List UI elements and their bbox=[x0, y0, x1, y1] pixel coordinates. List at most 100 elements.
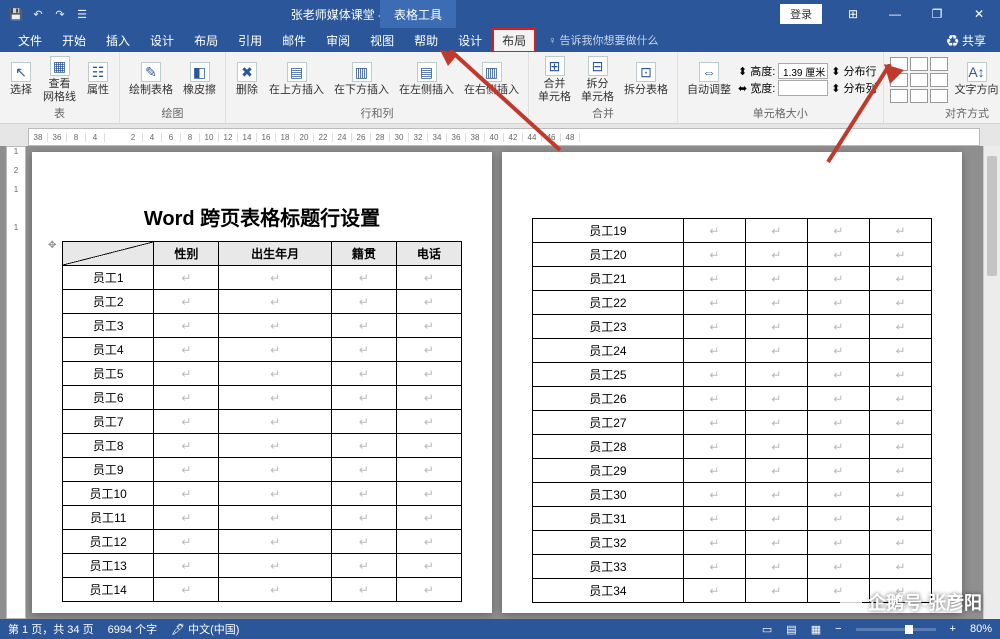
table-row[interactable]: 员工12↵↵↵↵ bbox=[63, 530, 462, 554]
tab-table-layout[interactable]: 布局 bbox=[492, 28, 536, 53]
text-direction-button[interactable]: A↕文字方向 bbox=[952, 60, 1000, 98]
tab-file[interactable]: 文件 bbox=[8, 28, 52, 53]
insert-below-button[interactable]: ▥在下方插入 bbox=[331, 60, 392, 98]
table-row[interactable]: 员工26↵↵↵↵ bbox=[533, 387, 932, 411]
table-header-cell[interactable]: 电话 bbox=[396, 242, 461, 266]
ribbon-group-table: ↖选择 ▦查看 网格线 ☷属性 表 bbox=[0, 52, 120, 123]
table-row[interactable]: 员工3↵↵↵↵ bbox=[63, 314, 462, 338]
tab-help[interactable]: 帮助 bbox=[404, 28, 448, 53]
eraser-button[interactable]: ◧橡皮擦 bbox=[180, 60, 219, 98]
table-row[interactable]: 员工22↵↵↵↵ bbox=[533, 291, 932, 315]
dist-rows-button[interactable]: 分布行 bbox=[844, 63, 877, 79]
vertical-ruler[interactable]: 1211 bbox=[6, 146, 26, 619]
vertical-scrollbar[interactable] bbox=[983, 146, 1000, 619]
tab-layout[interactable]: 布局 bbox=[184, 28, 228, 53]
delete-button[interactable]: ✖删除 bbox=[232, 60, 262, 98]
insert-right-button[interactable]: ▥在右侧插入 bbox=[461, 60, 522, 98]
table-row[interactable]: 员工11↵↵↵↵ bbox=[63, 506, 462, 530]
table-row[interactable]: 员工14↵↵↵↵ bbox=[63, 578, 462, 602]
alignment-grid[interactable] bbox=[890, 57, 948, 103]
table-row[interactable]: 员工30↵↵↵↵ bbox=[533, 483, 932, 507]
scrollbar-thumb[interactable] bbox=[987, 156, 997, 276]
touch-icon[interactable]: ☰ bbox=[74, 6, 90, 22]
height-input[interactable] bbox=[778, 63, 828, 79]
page-2[interactable]: 员工19↵↵↵↵员工20↵↵↵↵员工21↵↵↵↵员工22↵↵↵↵员工23↵↵↵↵… bbox=[502, 152, 962, 613]
zoom-out-icon[interactable]: − bbox=[835, 623, 841, 635]
table-header-cell[interactable] bbox=[63, 242, 154, 266]
table-row[interactable]: 员工33↵↵↵↵ bbox=[533, 555, 932, 579]
table-row[interactable]: 员工2↵↵↵↵ bbox=[63, 290, 462, 314]
table-row[interactable]: 员工23↵↵↵↵ bbox=[533, 315, 932, 339]
table-anchor-icon[interactable]: ✥ bbox=[48, 240, 56, 251]
table-row[interactable]: 员工5↵↵↵↵ bbox=[63, 362, 462, 386]
share-button[interactable]: ♻ 共享 bbox=[933, 28, 1000, 53]
dist-cols-button[interactable]: 分布列 bbox=[844, 80, 877, 96]
properties-button[interactable]: ☷属性 bbox=[83, 60, 113, 98]
height-icon: ⬍ bbox=[738, 65, 747, 78]
table-row[interactable]: 员工20↵↵↵↵ bbox=[533, 243, 932, 267]
autofit-button[interactable]: ⇔自动调整 bbox=[684, 60, 734, 98]
table-header-cell[interactable]: 籍贯 bbox=[331, 242, 396, 266]
table-row[interactable]: 员工8↵↵↵↵ bbox=[63, 434, 462, 458]
table-row[interactable]: 员工31↵↵↵↵ bbox=[533, 507, 932, 531]
table-header-cell[interactable]: 性别 bbox=[154, 242, 219, 266]
table-row[interactable]: 员工6↵↵↵↵ bbox=[63, 386, 462, 410]
table-row[interactable]: 员工10↵↵↵↵ bbox=[63, 482, 462, 506]
merge-cells-button[interactable]: ⊞合并 单元格 bbox=[535, 54, 574, 104]
undo-icon[interactable]: ↶ bbox=[30, 6, 46, 22]
table-row[interactable]: 员工4↵↵↵↵ bbox=[63, 338, 462, 362]
table-row[interactable]: 员工29↵↵↵↵ bbox=[533, 459, 932, 483]
watermark: 企鹅号-张彦阳 bbox=[840, 589, 982, 615]
view-web-icon[interactable]: ▦ bbox=[811, 623, 821, 636]
table-row[interactable]: 员工21↵↵↵↵ bbox=[533, 267, 932, 291]
table-row[interactable]: 员工9↵↵↵↵ bbox=[63, 458, 462, 482]
table-row[interactable]: 员工24↵↵↵↵ bbox=[533, 339, 932, 363]
minimize-icon[interactable]: ― bbox=[874, 0, 916, 28]
table-page1[interactable]: 性别出生年月籍贯电话 员工1↵↵↵↵员工2↵↵↵↵员工3↵↵↵↵员工4↵↵↵↵员… bbox=[62, 241, 462, 602]
page-1[interactable]: ✥ Word 跨页表格标题行设置 性别出生年月籍贯电话 员工1↵↵↵↵员工2↵↵… bbox=[32, 152, 492, 613]
horizontal-ruler[interactable]: 3836842468101214161820222426283032343638… bbox=[28, 128, 980, 146]
quick-access-toolbar: 💾 ↶ ↷ ☰ bbox=[0, 6, 90, 22]
zoom-slider[interactable] bbox=[856, 628, 936, 631]
status-word-count[interactable]: 6994 个字 bbox=[108, 621, 158, 637]
table-row[interactable]: 员工28↵↵↵↵ bbox=[533, 435, 932, 459]
status-page[interactable]: 第 1 页，共 34 页 bbox=[8, 621, 94, 637]
insert-above-button[interactable]: ▤在上方插入 bbox=[266, 60, 327, 98]
close-icon[interactable]: ✕ bbox=[958, 0, 1000, 28]
table-page2[interactable]: 员工19↵↵↵↵员工20↵↵↵↵员工21↵↵↵↵员工22↵↵↵↵员工23↵↵↵↵… bbox=[532, 218, 932, 603]
ribbon-options-icon[interactable]: ⊞ bbox=[832, 0, 874, 28]
select-button[interactable]: ↖选择 bbox=[6, 60, 36, 98]
view-gridlines-button[interactable]: ▦查看 网格线 bbox=[40, 54, 79, 104]
split-table-button[interactable]: ⊡拆分表格 bbox=[621, 60, 671, 98]
zoom-level[interactable]: 80% bbox=[970, 623, 992, 635]
view-read-icon[interactable]: ▭ bbox=[762, 623, 772, 636]
tab-table-design[interactable]: 设计 bbox=[448, 28, 492, 53]
table-row[interactable]: 员工1↵↵↵↵ bbox=[63, 266, 462, 290]
tab-review[interactable]: 审阅 bbox=[316, 28, 360, 53]
draw-table-button[interactable]: ✎绘制表格 bbox=[126, 60, 176, 98]
tab-references[interactable]: 引用 bbox=[228, 28, 272, 53]
redo-icon[interactable]: ↷ bbox=[52, 6, 68, 22]
login-button[interactable]: 登录 bbox=[780, 4, 822, 24]
table-row[interactable]: 员工7↵↵↵↵ bbox=[63, 410, 462, 434]
insert-left-button[interactable]: ▤在左侧插入 bbox=[396, 60, 457, 98]
width-input[interactable] bbox=[778, 80, 828, 96]
split-cells-button[interactable]: ⊟拆分 单元格 bbox=[578, 54, 617, 104]
view-print-icon[interactable]: ▤ bbox=[786, 623, 796, 636]
table-row[interactable]: 员工27↵↵↵↵ bbox=[533, 411, 932, 435]
tab-view[interactable]: 视图 bbox=[360, 28, 404, 53]
table-row[interactable]: 员工25↵↵↵↵ bbox=[533, 363, 932, 387]
tab-home[interactable]: 开始 bbox=[52, 28, 96, 53]
status-language[interactable]: 🖋 中文(中国) bbox=[171, 621, 239, 637]
tell-me-input[interactable]: ♀ 告诉我你想要做什么 bbox=[548, 32, 658, 48]
tab-mailings[interactable]: 邮件 bbox=[272, 28, 316, 53]
tab-insert[interactable]: 插入 bbox=[96, 28, 140, 53]
zoom-in-icon[interactable]: + bbox=[950, 623, 956, 635]
table-row[interactable]: 员工32↵↵↵↵ bbox=[533, 531, 932, 555]
table-row[interactable]: 员工19↵↵↵↵ bbox=[533, 219, 932, 243]
table-row[interactable]: 员工13↵↵↵↵ bbox=[63, 554, 462, 578]
restore-icon[interactable]: ❐ bbox=[916, 0, 958, 28]
table-header-cell[interactable]: 出生年月 bbox=[219, 242, 331, 266]
tab-design[interactable]: 设计 bbox=[140, 28, 184, 53]
save-icon[interactable]: 💾 bbox=[8, 6, 24, 22]
